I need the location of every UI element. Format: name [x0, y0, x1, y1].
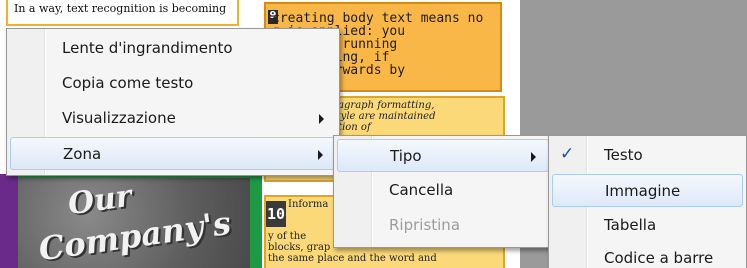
menu-item-label: Immagine [605, 182, 681, 200]
image-script-line1: Our [65, 178, 134, 223]
menu-item-zone[interactable]: Zona [10, 137, 336, 170]
menu-item-magnifier[interactable]: Lente d'ingrandimento [10, 32, 336, 65]
menu-item-label: Visualizzazione [62, 109, 176, 127]
menu-item-label: Tipo [390, 147, 422, 165]
menu-item-barcode[interactable]: Codice a barre [552, 242, 743, 268]
menu-item-text[interactable]: ✓ Testo [552, 139, 743, 172]
text-zone-top-text: In a way, text recognition is becoming [14, 2, 227, 15]
context-submenu-type: ✓ Testo Immagine Tabella Codice a barre [548, 135, 747, 268]
menu-item-label: Cancella [389, 181, 454, 199]
menu-item-image[interactable]: Immagine [552, 174, 743, 207]
menu-item-restore: Ripristina [337, 209, 549, 242]
menu-item-label: Ripristina [389, 216, 461, 234]
menu-item-label: Tabella [604, 216, 657, 234]
checkmark-icon: ✓ [560, 144, 575, 164]
image-zone[interactable]: Our Company's [0, 174, 262, 268]
context-submenu-zone: Tipo Cancella Ripristina [333, 135, 553, 248]
menu-item-label: Codice a barre [604, 249, 714, 267]
image-zone-edge [0, 174, 18, 268]
submenu-arrow-icon [319, 114, 324, 124]
menu-item-label: Testo [604, 146, 643, 164]
menu-item-view[interactable]: Visualizzazione [10, 102, 336, 135]
submenu-arrow-icon [318, 150, 323, 160]
zone-bottom-heading: Informa [288, 199, 329, 210]
menu-item-label: Lente d'ingrandimento [62, 39, 233, 57]
submenu-arrow-icon [531, 152, 536, 162]
menu-item-copy-as-text[interactable]: Copia come testo [10, 67, 336, 100]
image-script-line2: Company's [36, 203, 234, 268]
menu-item-delete[interactable]: Cancella [337, 174, 549, 207]
text-zone-top[interactable]: In a way, text recognition is becoming [6, 0, 239, 26]
zone-number-badge-10: 10 [266, 201, 286, 227]
context-menu-main: Lente d'ingrandimento Copia come testo V… [6, 28, 340, 176]
menu-item-label: Copia come testo [62, 74, 194, 92]
image-zone-photo: Our Company's [18, 178, 250, 268]
menu-item-label: Zona [63, 145, 102, 163]
menu-item-type[interactable]: Tipo [337, 139, 549, 172]
menu-item-table[interactable]: Tabella [552, 209, 743, 242]
